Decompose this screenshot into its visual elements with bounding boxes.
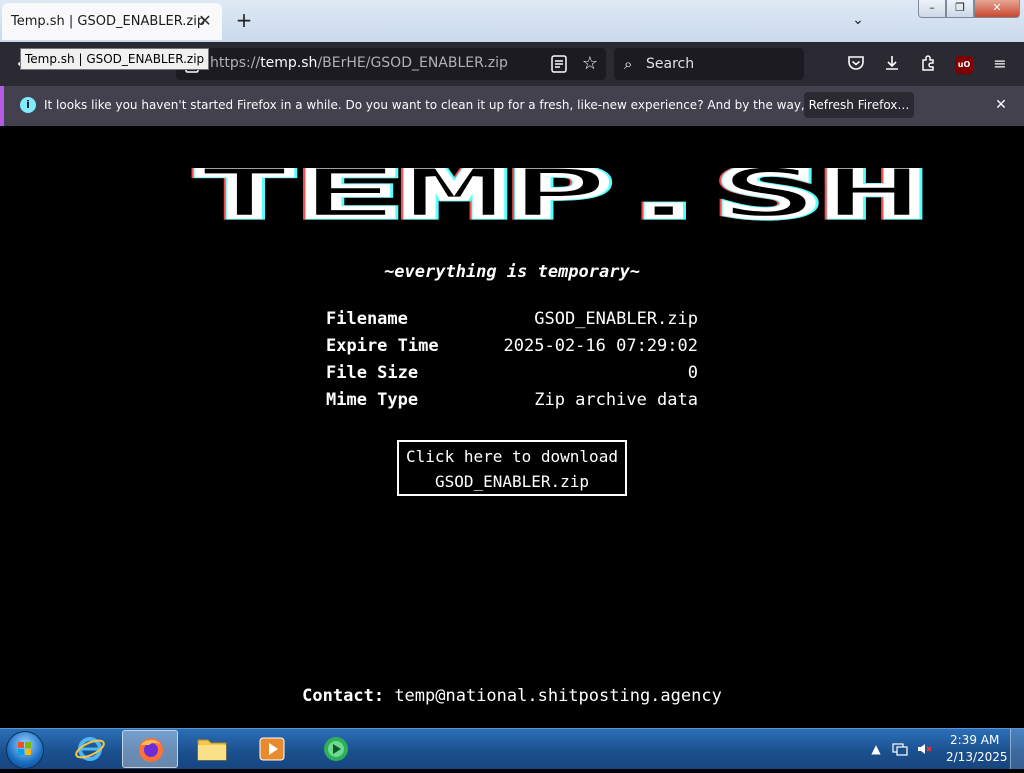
logo-text: TEMP.SH [192,168,926,234]
detail-key: Expire Time [326,336,439,356]
detail-value: 0 [687,363,698,383]
start-button[interactable] [6,731,44,769]
page-content: TEMP.SH TEMP.SH TEMP.SH ~everything is t… [0,126,1024,728]
refresh-firefox-button[interactable]: Refresh Firefox… [804,92,914,118]
info-icon: i [20,97,36,113]
download-line-1: Click here to download [406,447,618,466]
search-input[interactable]: Search [646,56,694,72]
notification-message: It looks like you haven't started Firefo… [44,98,900,112]
close-window-button[interactable]: ✕ [974,0,1020,18]
media-player-icon [259,737,285,761]
contact-label: Contact: [302,686,385,706]
firefox-taskbar-button[interactable] [122,730,178,768]
firefox-icon [139,738,163,762]
download-line-2: GSOD_ENABLER.zip [434,472,590,491]
contact-line: Contact: temp@national.shitposting.agenc… [0,686,1024,706]
tagline: ~everything is temporary~ [384,262,640,282]
extensions-icon[interactable] [918,54,938,74]
media-player-taskbar-button[interactable] [244,730,300,768]
close-icon[interactable]: ✕ [992,96,1010,114]
internet-explorer-icon [75,737,105,761]
clock-date[interactable]: 2/13/2025 [946,750,1008,764]
new-tab-button[interactable]: + [234,10,254,30]
internet-explorer-taskbar-button[interactable] [62,730,118,768]
volume-muted-icon[interactable] [916,741,932,757]
reader-view-icon[interactable] [550,54,568,74]
tab-title: Temp.sh | GSOD_ENABLER.zip [11,14,206,29]
browser-tab[interactable]: Temp.sh | GSOD_ENABLER.zip ✕ [2,3,222,40]
windows-logo-icon [18,742,31,755]
file-details-table: Filename GSOD_ENABLER.zip Expire Time 20… [326,306,698,414]
show-hidden-icons-icon[interactable]: ▲ [868,741,884,757]
minimize-button[interactable]: – [918,0,946,18]
folder-icon [197,739,227,761]
site-logo: TEMP.SH TEMP.SH TEMP.SH [188,168,930,234]
detail-value: GSOD_ENABLER.zip [534,309,698,329]
clock-time[interactable]: 2:39 AM [950,733,999,747]
maximize-button[interactable]: ❐ [946,0,974,18]
detail-value: 2025-02-16 07:29:02 [503,336,698,356]
detail-row-expire-time: Expire Time 2025-02-16 07:29:02 [326,333,698,360]
url-host: temp.sh [260,55,318,71]
media-center-icon [324,737,348,761]
search-bar[interactable]: ⌕ Search [614,48,804,80]
show-desktop-button[interactable] [1010,729,1024,769]
url-path: /BErHE/GSOD_ENABLER.zip [317,55,508,71]
browser-titlebar: Temp.sh | GSOD_ENABLER.zip ✕ + ⌄ – ❐ ✕ [0,0,1024,42]
ublock-origin-icon[interactable]: uO [955,56,973,74]
network-icon[interactable] [892,741,908,757]
detail-row-file-size: File Size 0 [326,360,698,387]
detail-value: Zip archive data [534,390,698,410]
download-link[interactable]: Click here to download GSOD_ENABLER.zip [397,440,627,496]
bookmark-star-icon[interactable]: ☆ [582,53,598,74]
detail-row-mime-type: Mime Type Zip archive data [326,387,698,414]
file-explorer-taskbar-button[interactable] [184,730,240,768]
url-bar[interactable]: https://temp.sh/BErHE/GSOD_ENABLER.zip ☆ [176,48,606,80]
notification-bar: i It looks like you haven't started Fire… [0,86,1024,126]
detail-key: File Size [326,363,419,383]
url-text[interactable]: https://temp.sh/BErHE/GSOD_ENABLER.zip [210,55,508,71]
window-controls: – ❐ ✕ [918,0,1020,18]
tab-tooltip: Temp.sh | GSOD_ENABLER.zip [20,48,210,70]
contact-email[interactable]: temp@national.shitposting.agency [394,686,722,706]
detail-row-filename: Filename GSOD_ENABLER.zip [326,306,698,333]
download-icon[interactable] [882,54,902,74]
search-icon: ⌕ [624,55,633,73]
chevron-down-icon[interactable]: ⌄ [848,12,868,30]
detail-key: Filename [326,309,408,329]
detail-key: Mime Type [326,390,419,410]
close-tab-icon[interactable]: ✕ [196,12,214,30]
menu-icon[interactable]: ≡ [990,54,1010,74]
taskbar: ▲ 2:39 AM 2/13/2025 [0,728,1024,769]
media-center-taskbar-button[interactable] [308,730,364,768]
url-scheme: https:// [210,55,261,71]
pocket-icon[interactable] [846,54,866,74]
